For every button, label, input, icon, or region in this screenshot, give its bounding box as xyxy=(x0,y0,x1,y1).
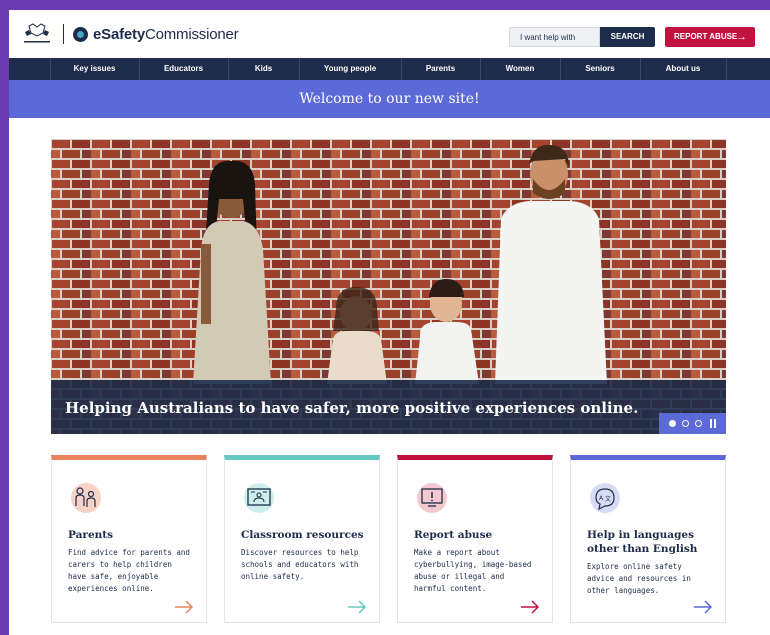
svg-text:文: 文 xyxy=(605,495,611,503)
nav-item-parents[interactable]: Parents xyxy=(401,58,480,80)
card-description: Make a report about cyberbullying, image… xyxy=(414,548,532,593)
card-title: Classroom resources xyxy=(241,529,364,541)
nav-item-about-us[interactable]: About us xyxy=(640,58,726,80)
arrow-right-icon: → xyxy=(736,31,747,43)
arrow-right-icon[interactable] xyxy=(174,600,194,614)
page-frame: eSafetyCommissioner I want help with SEA… xyxy=(9,10,770,635)
card-title: Help in languages other than English xyxy=(587,529,698,555)
presentation-board-icon xyxy=(244,483,274,513)
family-icon xyxy=(71,483,101,513)
carousel-dot[interactable] xyxy=(682,420,689,427)
nav-item-kids[interactable]: Kids xyxy=(228,58,299,80)
hero-caption-text: Helping Australians to have safer, more … xyxy=(65,399,639,417)
esafety-logo-icon[interactable] xyxy=(73,27,88,42)
carousel-dot[interactable] xyxy=(695,420,702,427)
card-title: Parents xyxy=(68,529,114,541)
card-description: Explore online safety advice and resourc… xyxy=(587,562,691,595)
search-input[interactable]: I want help with xyxy=(509,27,600,47)
hero-caption: Helping Australians to have safer, more … xyxy=(51,380,726,434)
carousel-dot-active[interactable] xyxy=(669,420,676,427)
translate-speech-icon: A 文 xyxy=(590,483,620,513)
card-classroom-resources[interactable]: Classroom resources Discover resources t… xyxy=(224,455,380,623)
site-logo[interactable]: eSafetyCommissioner xyxy=(93,26,239,43)
nav-item-educators[interactable]: Educators xyxy=(139,58,228,80)
arrow-right-icon[interactable] xyxy=(520,600,540,614)
site-header: eSafetyCommissioner I want help with SEA… xyxy=(9,10,770,58)
card-description: Discover resources to help schools and e… xyxy=(241,548,359,581)
government-crest-icon xyxy=(24,23,50,43)
report-abuse-button[interactable]: REPORT ABUSE → xyxy=(665,27,755,47)
main-nav: Key issues Educators Kids Young people P… xyxy=(9,58,770,80)
warning-screen-icon xyxy=(417,483,447,513)
nav-item-key-issues[interactable]: Key issues xyxy=(50,58,139,80)
pause-icon[interactable] xyxy=(710,419,717,428)
logo-divider xyxy=(63,24,64,44)
hero-carousel[interactable]: Helping Australians to have safer, more … xyxy=(51,139,726,434)
search-button[interactable]: SEARCH xyxy=(600,27,655,47)
carousel-controls xyxy=(659,413,726,434)
nav-item-women[interactable]: Women xyxy=(480,58,560,80)
card-help-in-languages[interactable]: A 文 Help in languages other than English… xyxy=(570,455,726,623)
nav-divider xyxy=(726,58,727,80)
nav-item-seniors[interactable]: Seniors xyxy=(560,58,640,80)
card-report-abuse[interactable]: Report abuse Make a report about cyberbu… xyxy=(397,455,553,623)
card-description: Find advice for parents and carers to he… xyxy=(68,548,190,593)
arrow-right-icon[interactable] xyxy=(347,600,367,614)
welcome-banner: Welcome to our new site! xyxy=(9,80,770,118)
nav-item-young-people[interactable]: Young people xyxy=(299,58,401,80)
arrow-right-icon[interactable] xyxy=(693,600,713,614)
card-title: Report abuse xyxy=(414,529,493,541)
card-parents[interactable]: Parents Find advice for parents and care… xyxy=(51,455,207,623)
